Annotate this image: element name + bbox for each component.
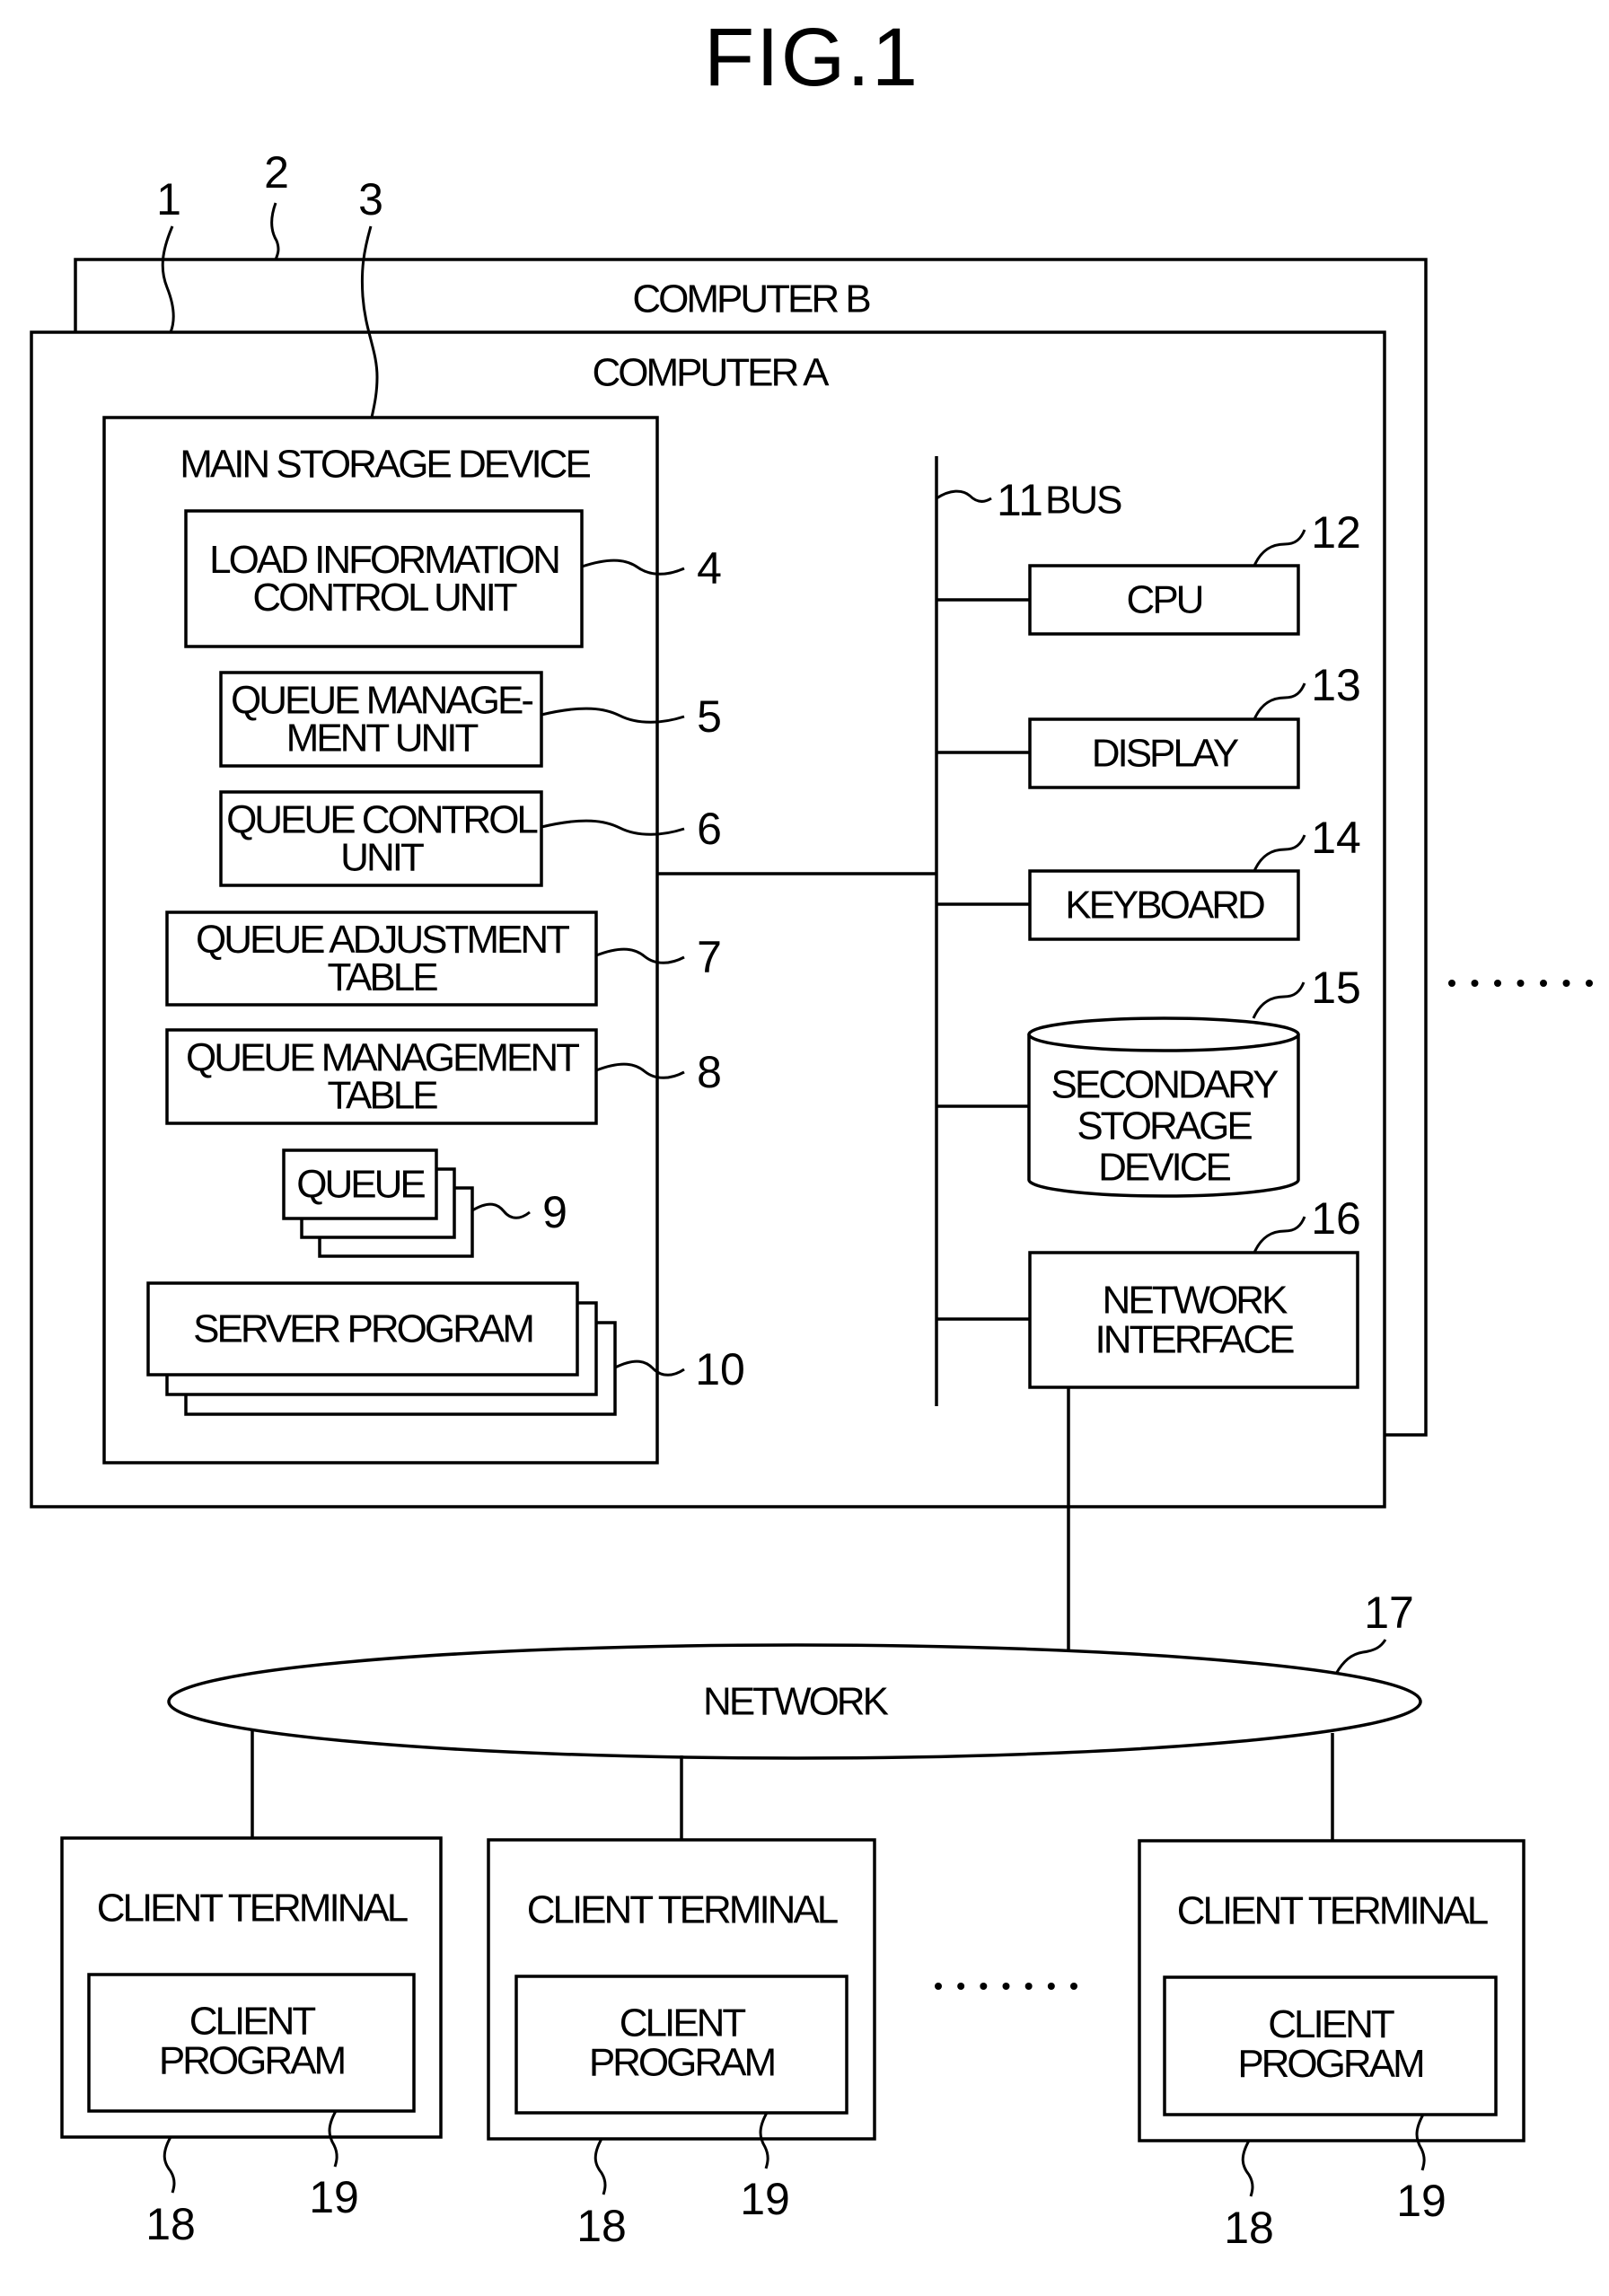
ref-18-label: 18 [1224, 2203, 1274, 2253]
ref-2-label: 2 [264, 147, 289, 198]
ref-14-label: 14 [1311, 813, 1361, 863]
ref-8-label: 8 [697, 1047, 722, 1097]
more-clients-ellipsis [935, 1983, 1077, 1990]
secondary-storage-device-label: STORAGE [1077, 1104, 1252, 1148]
system-configuration-diagram: FIG.1 COMPUTER B COMPUTER A 1 2 3 MAIN S… [30, 12, 1593, 2253]
queue-control-unit-label: UNIT [340, 836, 424, 880]
computer-a-label: COMPUTER A [593, 351, 831, 395]
main-storage-label: MAIN STORAGE DEVICE [180, 443, 590, 487]
ref-18-label: 18 [576, 2201, 627, 2251]
ellipsis-dot [1494, 980, 1501, 987]
ref-17-leader [1334, 1639, 1387, 1675]
ellipsis-dot [1047, 1983, 1055, 1990]
client-terminal: CLIENT TERMINAL CLIENTPROGRAM 18 19 [1138, 1733, 1525, 2253]
ellipsis-dot [935, 1983, 942, 1990]
ref-2-leader [270, 202, 280, 260]
secondary-storage-device-cylinder-top [1027, 1016, 1300, 1052]
queue-adjustment-table-label: TABLE [327, 955, 437, 999]
ref-3-label: 3 [358, 174, 383, 224]
ref-18-leader [593, 2138, 607, 2195]
ref-4-label: 4 [697, 543, 722, 594]
ref-13-label: 13 [1311, 660, 1361, 710]
cpu-label: CPU [1127, 578, 1202, 622]
ref-18-label: 18 [145, 2199, 196, 2249]
computer-b-label: COMPUTER B [632, 277, 870, 321]
ellipsis-dot [957, 1983, 965, 1990]
ellipsis-dot [1002, 1983, 1010, 1990]
bus-label: BUS [1045, 479, 1121, 523]
ellipsis-dot [1586, 980, 1593, 987]
network-interface-label: NETWORK [1103, 1279, 1288, 1323]
ref-15-label: 15 [1311, 963, 1361, 1013]
ref-9-label: 9 [542, 1187, 567, 1237]
keyboard-label: KEYBOARD [1065, 884, 1264, 928]
client-terminal: CLIENT TERMINAL CLIENTPROGRAM 18 19 [487, 1755, 876, 2251]
network-interface-label: INTERFACE [1095, 1318, 1295, 1362]
network-label: NETWORK [703, 1680, 889, 1724]
ref-11-label: 11 [997, 475, 1043, 525]
client-program-label: PROGRAM [589, 2041, 775, 2085]
display-label: DISPLAY [1092, 732, 1239, 776]
ref-18-leader [163, 2136, 176, 2194]
ref-6-label: 6 [697, 804, 722, 854]
ref-12-label: 12 [1311, 507, 1361, 558]
ref-7-label: 7 [697, 932, 722, 982]
ref-16-label: 16 [1311, 1193, 1361, 1244]
secondary-storage-device-label: SECONDARY [1051, 1063, 1279, 1107]
ellipsis-dot [1448, 980, 1455, 987]
client-program-label: CLIENT [1268, 2002, 1394, 2046]
ellipsis-dot [1517, 980, 1525, 987]
ref-5-label: 5 [697, 691, 722, 742]
ellipsis-dot [1070, 1983, 1077, 1990]
ref-18-leader [1241, 2140, 1254, 2197]
queue-label: QUEUE [296, 1163, 425, 1207]
more-computers-ellipsis [1448, 980, 1593, 987]
client-terminal-label: CLIENT TERMINAL [97, 1887, 409, 1931]
client-program-label: PROGRAM [159, 2039, 345, 2083]
ref-19-label: 19 [740, 2174, 790, 2224]
ellipsis-dot [1540, 980, 1547, 987]
ref-19-label: 19 [309, 2172, 359, 2222]
ref-19-label: 19 [1396, 2176, 1446, 2226]
ref-17-label: 17 [1364, 1588, 1414, 1638]
ellipsis-dot [1024, 1983, 1033, 1990]
client-program-label: CLIENT [620, 2001, 746, 2045]
client-terminal: CLIENT TERMINAL CLIENTPROGRAM 18 19 [60, 1729, 443, 2249]
client-terminals: CLIENT TERMINALCLIENTPROGRAM1819CLIENT T… [60, 1729, 1525, 2253]
ellipsis-dot [980, 1983, 988, 1990]
client-program-label: CLIENT [189, 2000, 316, 2044]
queue-management-unit-label: MENT UNIT [286, 717, 479, 761]
ref-10-label: 10 [695, 1344, 745, 1394]
ref-1-label: 1 [156, 174, 181, 224]
figure-title: FIG.1 [704, 12, 919, 103]
load-information-control-unit-label: CONTROL UNIT [252, 576, 516, 620]
secondary-storage-device-label: DEVICE [1098, 1146, 1230, 1190]
ellipsis-dot [1562, 980, 1570, 987]
client-terminal-label: CLIENT TERMINAL [1177, 1889, 1489, 1933]
ellipsis-dot [1471, 980, 1479, 987]
server-program-label: SERVER PROGRAM [193, 1307, 532, 1351]
client-terminal-label: CLIENT TERMINAL [527, 1888, 839, 1932]
queue-management-table-label: TABLE [327, 1074, 437, 1118]
client-program-label: PROGRAM [1237, 2042, 1423, 2086]
